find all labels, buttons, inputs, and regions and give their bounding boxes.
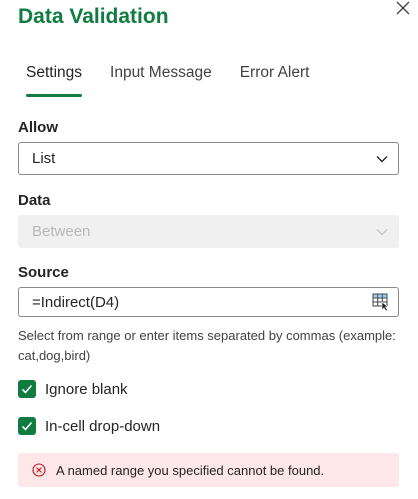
source-help-text: Select from range or enter items separat… — [18, 328, 396, 363]
source-input[interactable]: =Indirect(D4) — [18, 287, 399, 317]
checkmark-icon — [21, 384, 33, 394]
tab-error-alert[interactable]: Error Alert — [240, 64, 310, 98]
tab-input-message[interactable]: Input Message — [110, 64, 212, 98]
error-message: A named range you specified cannot be fo… — [56, 462, 325, 478]
source-value: =Indirect(D4) — [32, 293, 120, 311]
allow-label: Allow — [18, 119, 58, 136]
tab-settings[interactable]: Settings — [26, 64, 83, 98]
tab-bar: Settings Input Message Error Alert — [26, 64, 337, 98]
checkbox-checked[interactable] — [18, 417, 36, 435]
in-cell-dropdown-checkbox[interactable]: In-cell drop-down — [18, 417, 160, 435]
error-banner: A named range you specified cannot be fo… — [18, 453, 399, 487]
ignore-blank-label: Ignore blank — [45, 380, 128, 398]
allow-select[interactable]: List — [18, 142, 399, 175]
dialog-title: Data Validation — [18, 5, 169, 28]
allow-value: List — [32, 150, 56, 167]
close-icon — [396, 1, 410, 15]
checkmark-icon — [21, 421, 33, 431]
ignore-blank-checkbox[interactable]: Ignore blank — [18, 380, 128, 398]
chevron-down-icon — [376, 229, 388, 236]
data-label: Data — [18, 192, 51, 209]
data-value: Between — [32, 223, 91, 240]
in-cell-dropdown-label: In-cell drop-down — [45, 417, 161, 435]
chevron-down-icon — [376, 156, 388, 163]
checkbox-checked[interactable] — [18, 380, 36, 398]
source-label: Source — [18, 264, 69, 281]
range-select-icon[interactable] — [372, 293, 390, 311]
data-select: Between — [18, 215, 399, 248]
close-button[interactable] — [394, 0, 412, 17]
error-circle-icon — [32, 463, 46, 477]
